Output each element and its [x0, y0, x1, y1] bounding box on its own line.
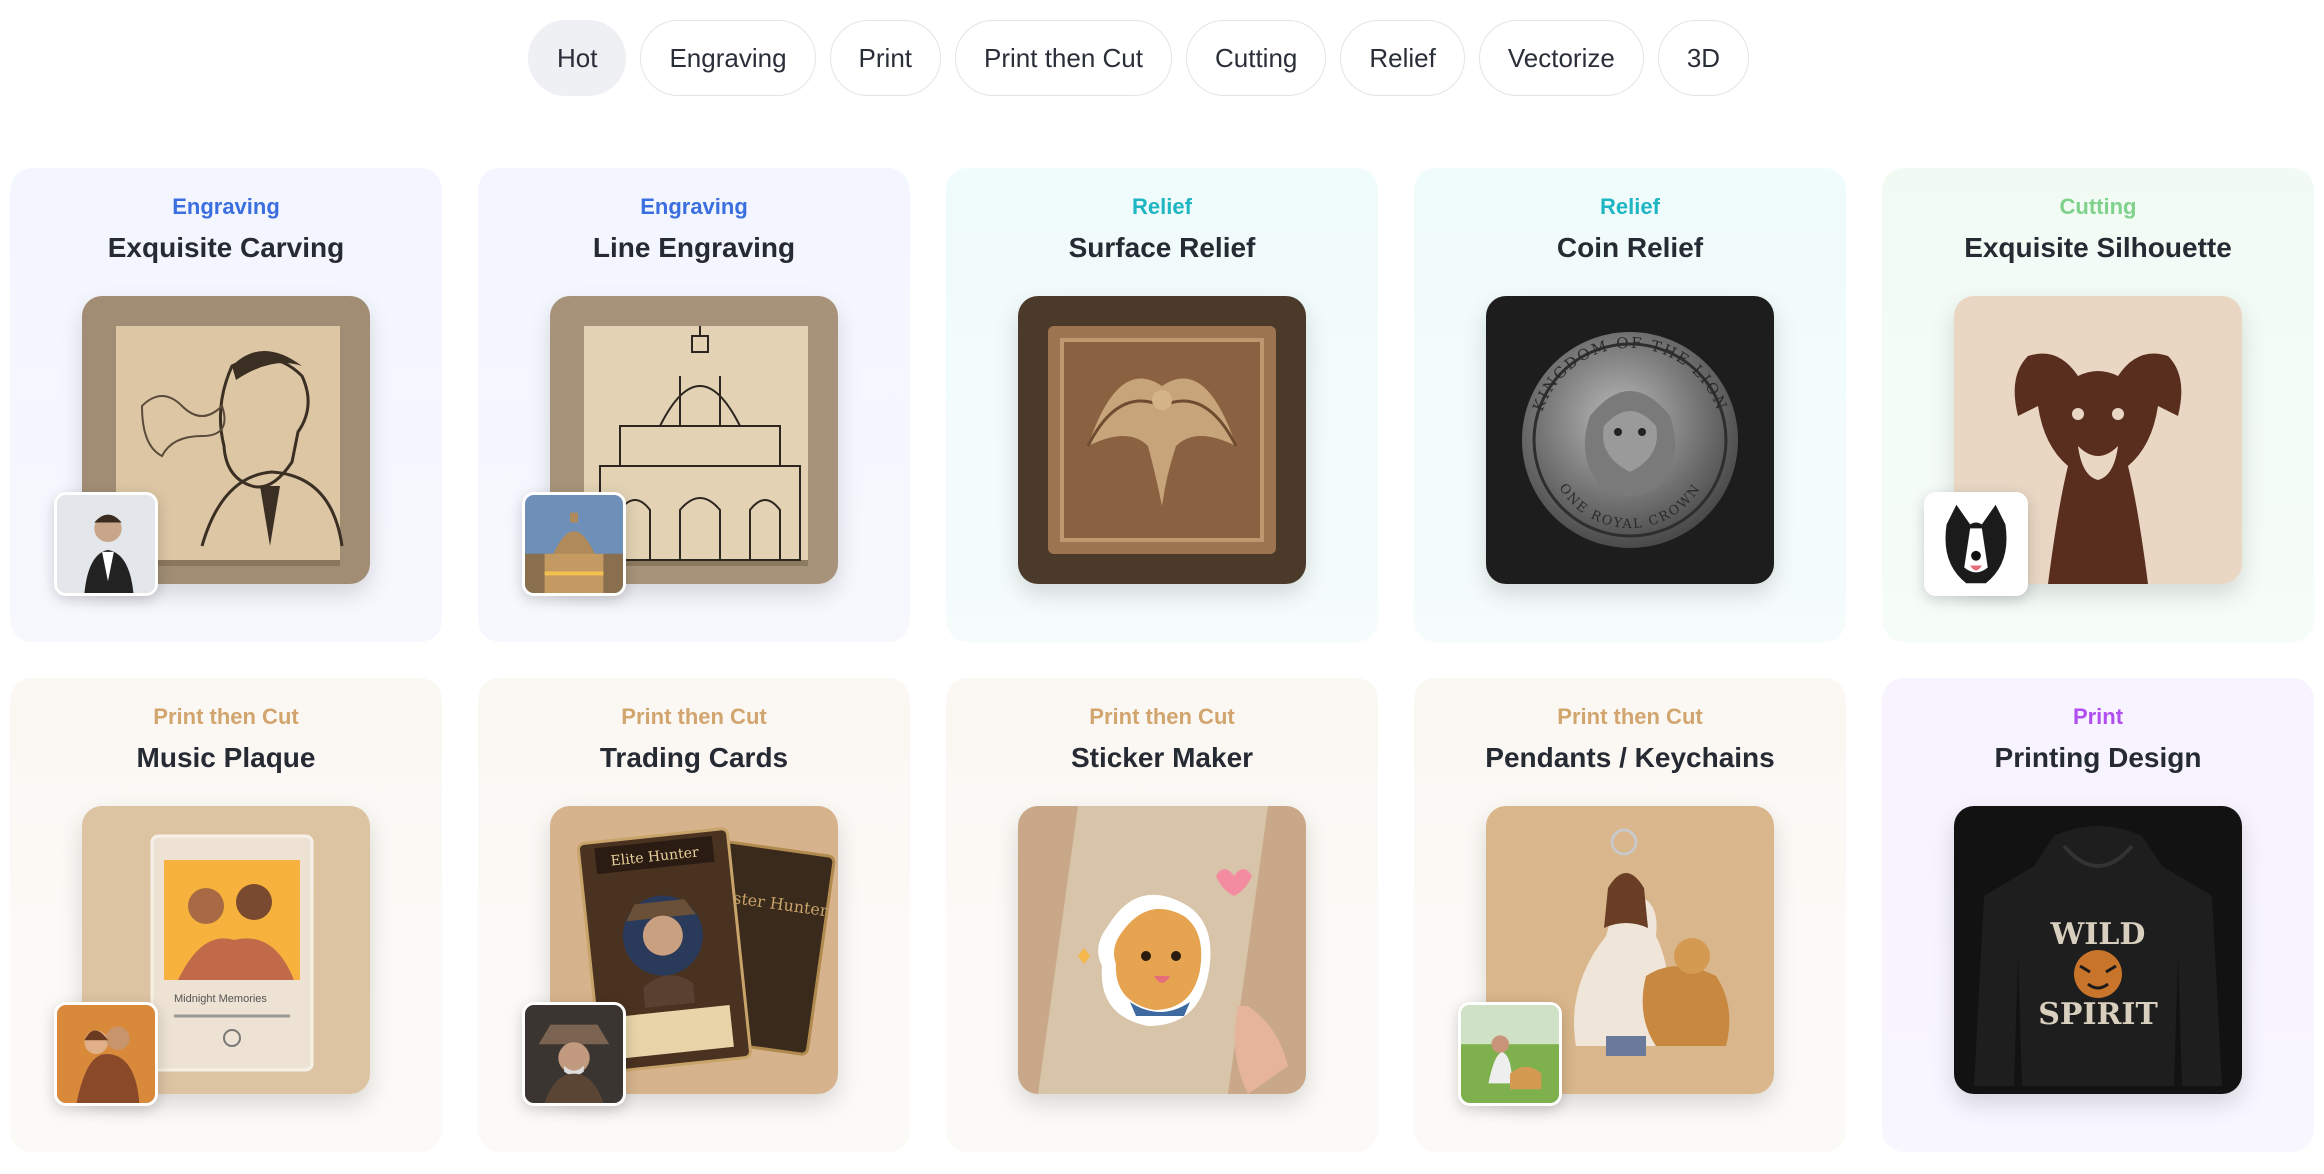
- card-music-plaque[interactable]: Print then Cut Music Plaque Midnight Mem…: [10, 678, 442, 1152]
- card-title: Printing Design: [1994, 742, 2202, 773]
- card-category: Print then Cut: [1089, 704, 1235, 729]
- card-exquisite-silhouette[interactable]: Cutting Exquisite Silhouette: [1882, 168, 2314, 642]
- card-title: Pendants / Keychains: [1485, 742, 1775, 773]
- template-grid: Engraving Exquisite Carving Engraving Li…: [10, 168, 2314, 1152]
- man-portrait-photo: [54, 492, 158, 596]
- card-pendants-keychains[interactable]: Print then Cut Pendants / Keychains: [1414, 678, 1846, 1152]
- card-category: Print then Cut: [153, 704, 299, 729]
- tiger-hoodie-print-image: WILD SPIRIT: [1954, 806, 2242, 1094]
- card-category: Print then Cut: [621, 704, 767, 729]
- card-surface-relief[interactable]: Relief Surface Relief: [946, 168, 1378, 642]
- card-line-engraving[interactable]: Engraving Line Engraving: [478, 168, 910, 642]
- card-coin-relief[interactable]: Relief Coin Relief KINGDOM OF THE LION O…: [1414, 168, 1846, 642]
- card-category: Relief: [1132, 194, 1192, 219]
- card-printing-design[interactable]: Print Printing Design WILD SPIRIT: [1882, 678, 2314, 1152]
- lion-coin-relief-image: KINGDOM OF THE LION ONE ROYAL CROWN: [1486, 296, 1774, 584]
- card-title: Trading Cards: [599, 742, 789, 773]
- border-collie-photo: [1924, 492, 2028, 596]
- card-title: Line Engraving: [592, 232, 796, 263]
- cowboy-photo: [522, 1002, 626, 1106]
- card-trading-cards[interactable]: Print then Cut Trading Cards Master Hunt…: [478, 678, 910, 1152]
- card-sticker-maker[interactable]: Print then Cut Sticker Maker: [946, 678, 1378, 1152]
- tab-print[interactable]: Print: [829, 20, 942, 96]
- card-exquisite-carving[interactable]: Engraving Exquisite Carving: [10, 168, 442, 642]
- card-category: Print: [2072, 704, 2124, 729]
- svg-text:WILD: WILD: [2050, 917, 2146, 952]
- card-category: Engraving: [640, 194, 748, 219]
- tab-print-then-cut[interactable]: Print then Cut: [955, 20, 1172, 96]
- tab-hot[interactable]: Hot: [528, 20, 627, 96]
- card-title: Surface Relief: [1068, 232, 1256, 263]
- tab-3d[interactable]: 3D: [1657, 20, 1750, 96]
- eagle-wood-relief-image: [1018, 296, 1306, 584]
- card-title: Exquisite Silhouette: [1964, 232, 2232, 263]
- svg-text:SPIRIT: SPIRIT: [2038, 997, 2158, 1032]
- card-category: Cutting: [2059, 194, 2137, 219]
- cathedral-photo: [522, 492, 626, 596]
- svg-text:Midnight Memories: Midnight Memories: [174, 993, 267, 1005]
- card-category: Relief: [1600, 194, 1660, 219]
- tab-relief[interactable]: Relief: [1340, 20, 1465, 96]
- tab-engraving[interactable]: Engraving: [640, 20, 816, 96]
- card-category: Engraving: [172, 194, 280, 219]
- card-title: Sticker Maker: [1070, 742, 1254, 773]
- card-title: Music Plaque: [136, 742, 316, 773]
- card-title: Exquisite Carving: [107, 232, 345, 263]
- woman-dog-photo: [1458, 1002, 1562, 1106]
- category-tabs: Hot Engraving Print Print then Cut Cutti…: [528, 20, 1750, 96]
- card-category: Print then Cut: [1557, 704, 1703, 729]
- tab-cutting[interactable]: Cutting: [1186, 20, 1327, 96]
- golden-retriever-sticker-image: [1018, 806, 1306, 1094]
- couple-photo: [54, 1002, 158, 1106]
- card-title: Coin Relief: [1556, 232, 1704, 263]
- tab-vectorize[interactable]: Vectorize: [1478, 20, 1644, 96]
